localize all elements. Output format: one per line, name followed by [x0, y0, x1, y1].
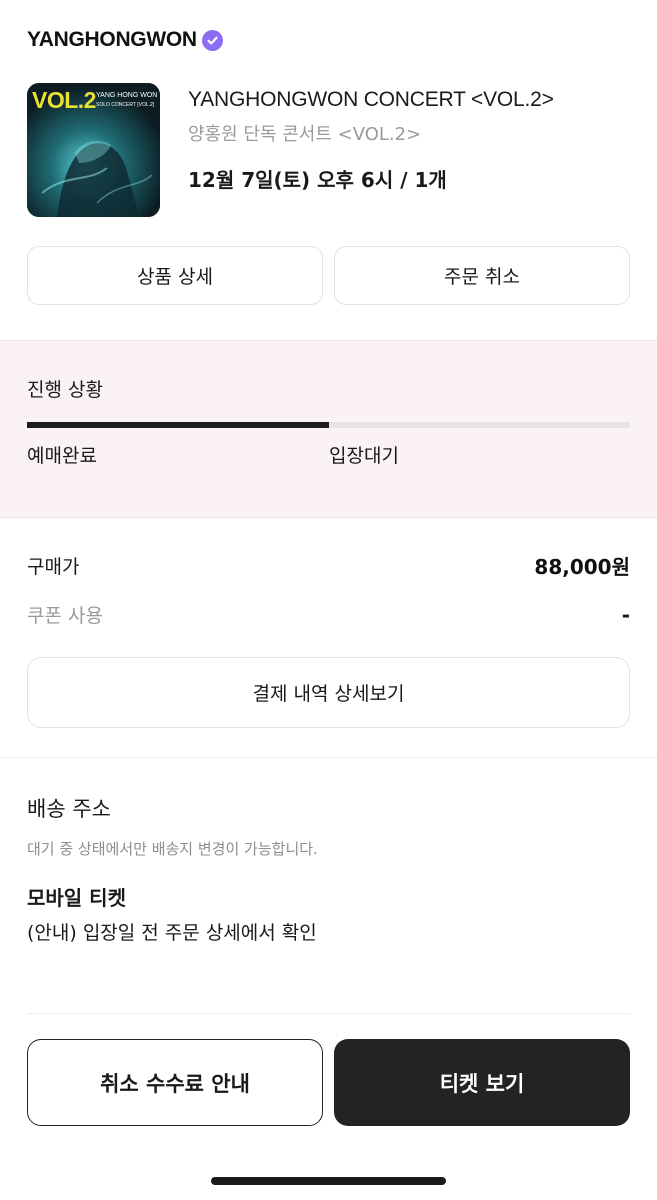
home-indicator[interactable]	[211, 1177, 446, 1185]
poster-artist-text: YANG HONG WON	[96, 92, 158, 99]
poster-vol-text: VOL.2	[32, 87, 96, 113]
bottom-actions: 취소 수수료 안내 티켓 보기	[27, 1039, 630, 1126]
concert-poster-thumbnail[interactable]: VOL.2 YANG HONG WON SOLO CONCERT [VOL.2]	[27, 83, 160, 217]
order-actions: 상품 상세 주문 취소	[27, 246, 630, 305]
product-schedule: 12월 7일(토) 오후 6시 / 1개	[188, 168, 447, 192]
progress-title: 진행 상황	[27, 379, 103, 401]
view-ticket-button[interactable]: 티켓 보기	[334, 1039, 630, 1126]
progress-step-purchased: 예매완료	[27, 445, 97, 467]
coupon-label: 쿠폰 사용	[27, 605, 103, 627]
purchase-price-label: 구매가	[27, 556, 80, 578]
artist-name[interactable]: YANGHONGWON	[27, 28, 197, 52]
artist-header[interactable]: YANGHONGWON	[27, 28, 223, 52]
order-progress-section: 진행 상황 예매완료 입장대기	[0, 340, 657, 518]
section-divider	[0, 757, 657, 758]
coupon-row: 쿠폰 사용 -	[27, 601, 630, 628]
progress-track	[27, 422, 630, 428]
bottom-divider	[27, 1013, 630, 1014]
shipping-address-note: 대기 중 상태에서만 배송지 변경이 가능합니다.	[27, 840, 318, 858]
product-info: YANGHONGWON CONCERT <VOL.2> 양홍원 단독 콘서트 <…	[188, 83, 554, 217]
product-subtitle: 양홍원 단독 콘서트 <VOL.2>	[188, 124, 422, 145]
mobile-ticket-title: 모바일 티켓	[27, 886, 126, 910]
product-detail-button[interactable]: 상품 상세	[27, 246, 323, 305]
shipping-address-title: 배송 주소	[27, 797, 111, 821]
coupon-value: -	[621, 602, 630, 627]
mobile-ticket-note: (안내) 입장일 전 주문 상세에서 확인	[27, 922, 317, 944]
product-title[interactable]: YANGHONGWON CONCERT <VOL.2>	[188, 88, 554, 112]
payment-detail-button[interactable]: 결제 내역 상세보기	[27, 657, 630, 728]
purchase-price-row: 구매가 88,000원	[27, 551, 630, 580]
purchase-price-value: 88,000원	[534, 555, 630, 579]
progress-fill	[27, 422, 329, 428]
product-summary[interactable]: VOL.2 YANG HONG WON SOLO CONCERT [VOL.2]…	[27, 83, 554, 217]
verified-check-icon	[201, 29, 223, 51]
poster-concert-text: SOLO CONCERT [VOL.2]	[96, 102, 155, 108]
order-cancel-button[interactable]: 주문 취소	[334, 246, 630, 305]
cancel-fee-info-button[interactable]: 취소 수수료 안내	[27, 1039, 323, 1126]
progress-step-waiting-entry: 입장대기	[329, 445, 399, 467]
